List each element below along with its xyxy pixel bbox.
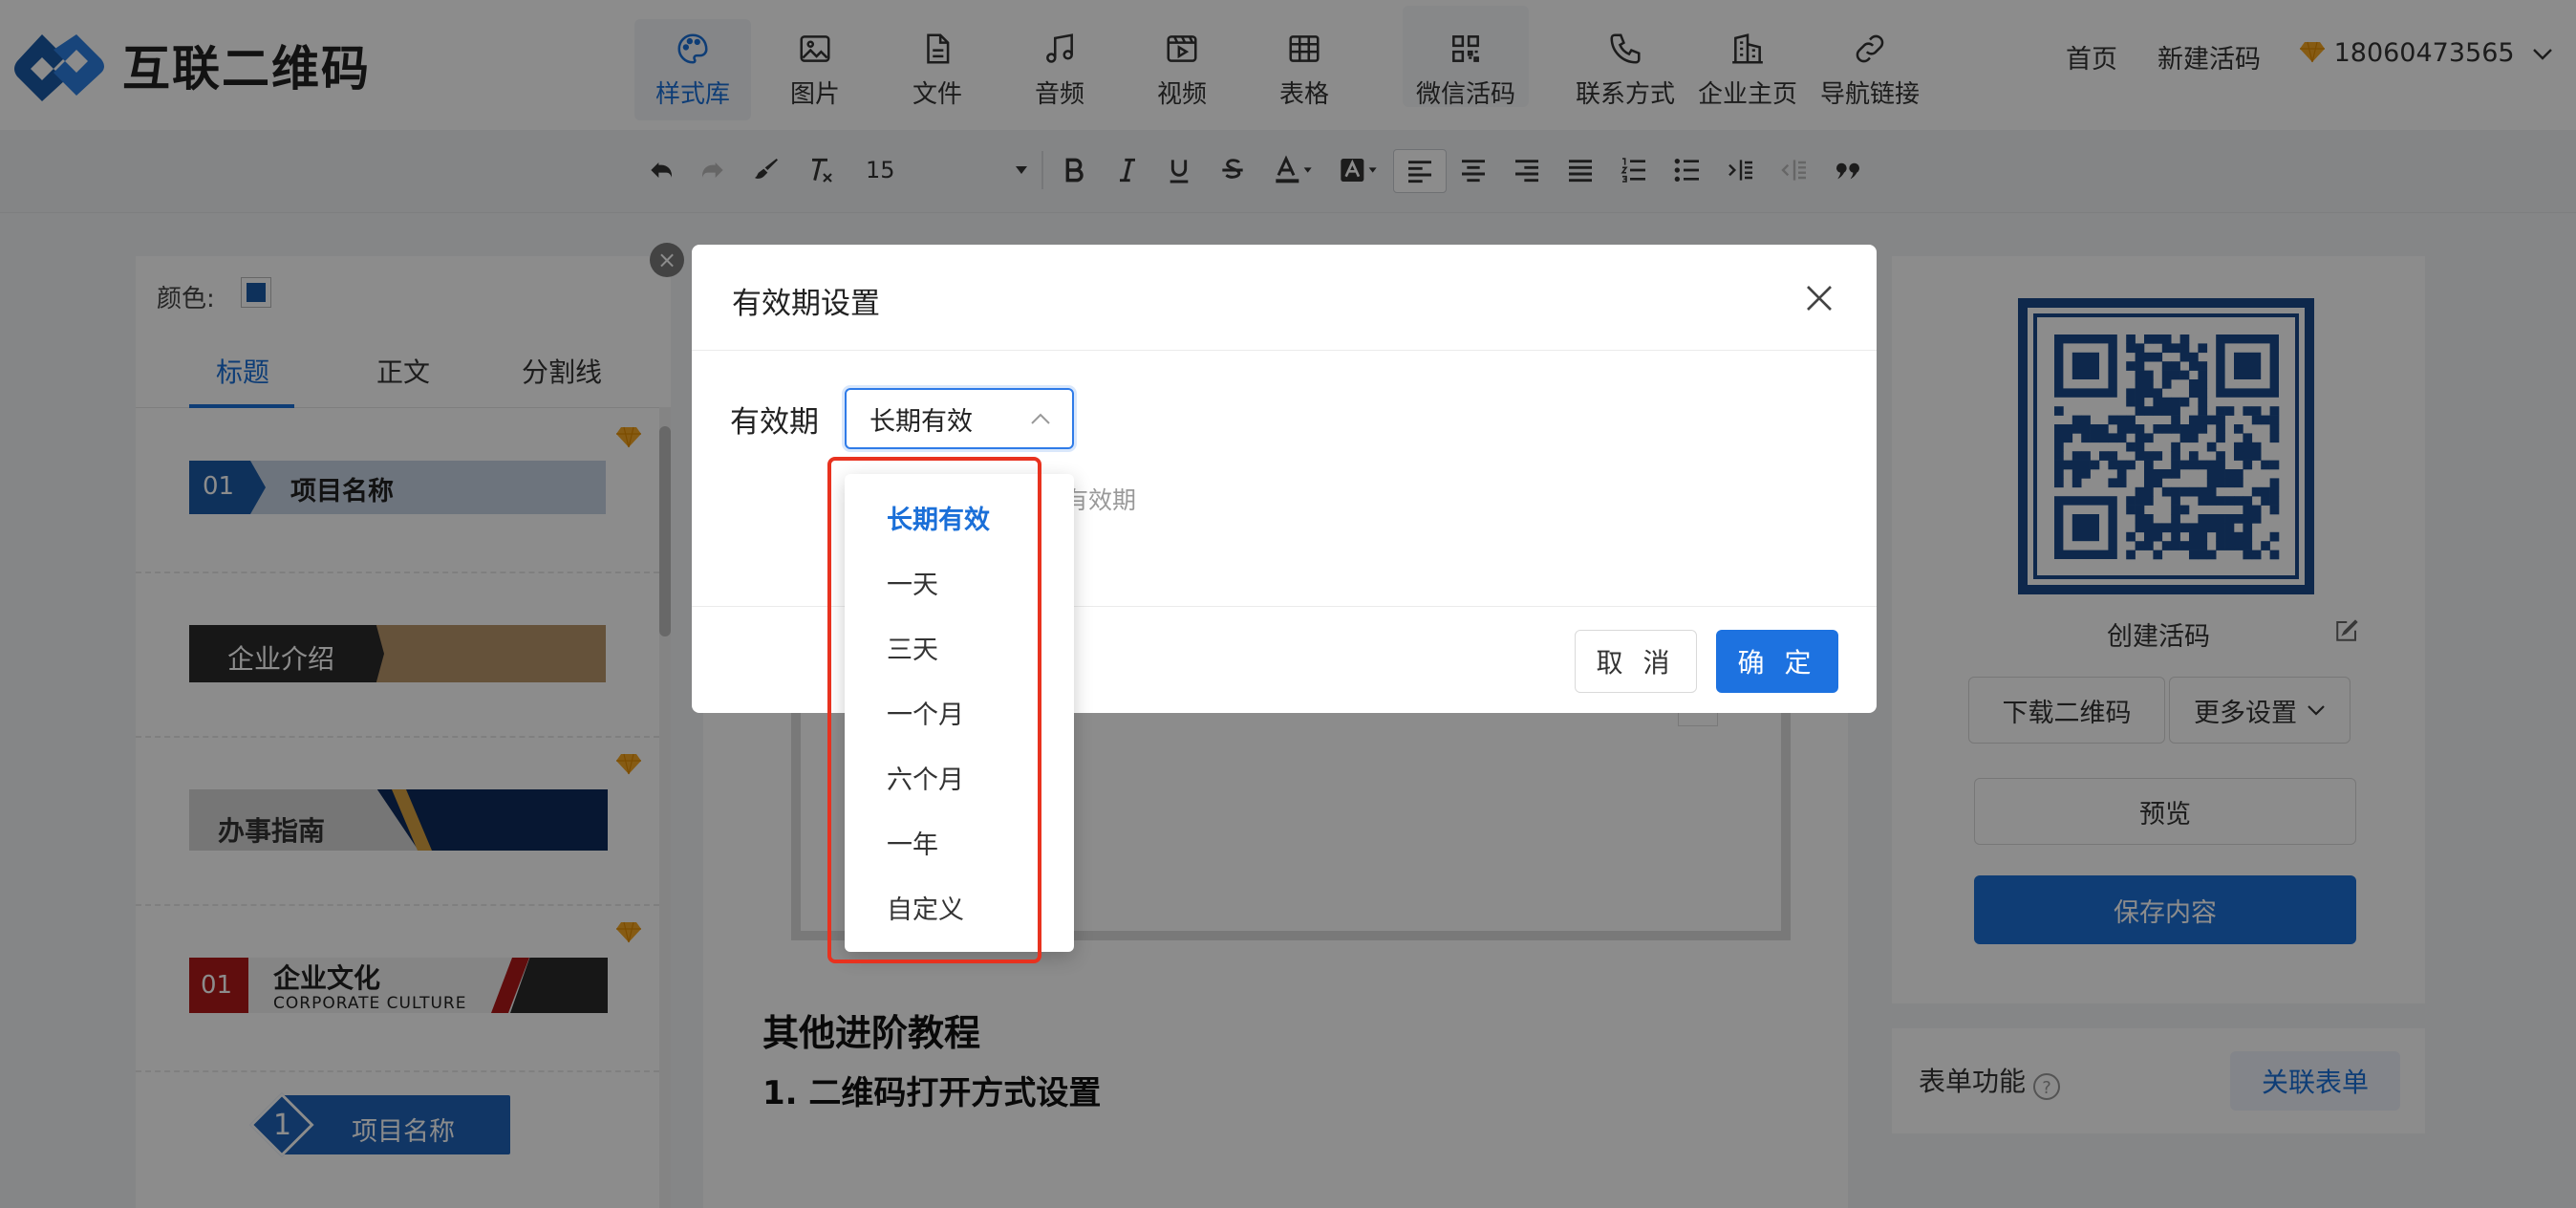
cancel-button[interactable]: 取 消	[1575, 630, 1697, 693]
dropdown-option-one-day[interactable]: 一天	[887, 564, 938, 601]
close-icon[interactable]	[1802, 281, 1836, 315]
validity-dropdown: 长期有效 一天 三天 一个月 六个月 一年 自定义	[845, 474, 1074, 952]
dropdown-option-one-month[interactable]: 一个月	[887, 694, 964, 731]
dialog-header: 有效期设置	[692, 245, 1877, 351]
validity-selected-value: 长期有效	[869, 406, 973, 437]
validity-hint: 有效期	[1064, 486, 1137, 514]
dropdown-option-six-months[interactable]: 六个月	[887, 759, 964, 796]
confirm-label: 确 定	[1737, 647, 1817, 679]
dialog-title: 有效期设置	[732, 287, 880, 321]
dropdown-option-three-days[interactable]: 三天	[887, 629, 938, 666]
confirm-button[interactable]: 确 定	[1716, 630, 1838, 693]
dropdown-option-custom[interactable]: 自定义	[887, 889, 964, 926]
chevron-up-icon	[1031, 413, 1050, 424]
dropdown-option-one-year[interactable]: 一年	[887, 824, 938, 861]
validity-field-label: 有效期	[730, 405, 819, 440]
dropdown-option-long-term[interactable]: 长期有效	[887, 499, 990, 536]
cancel-label: 取 消	[1596, 647, 1676, 679]
validity-select[interactable]: 长期有效	[845, 388, 1074, 449]
